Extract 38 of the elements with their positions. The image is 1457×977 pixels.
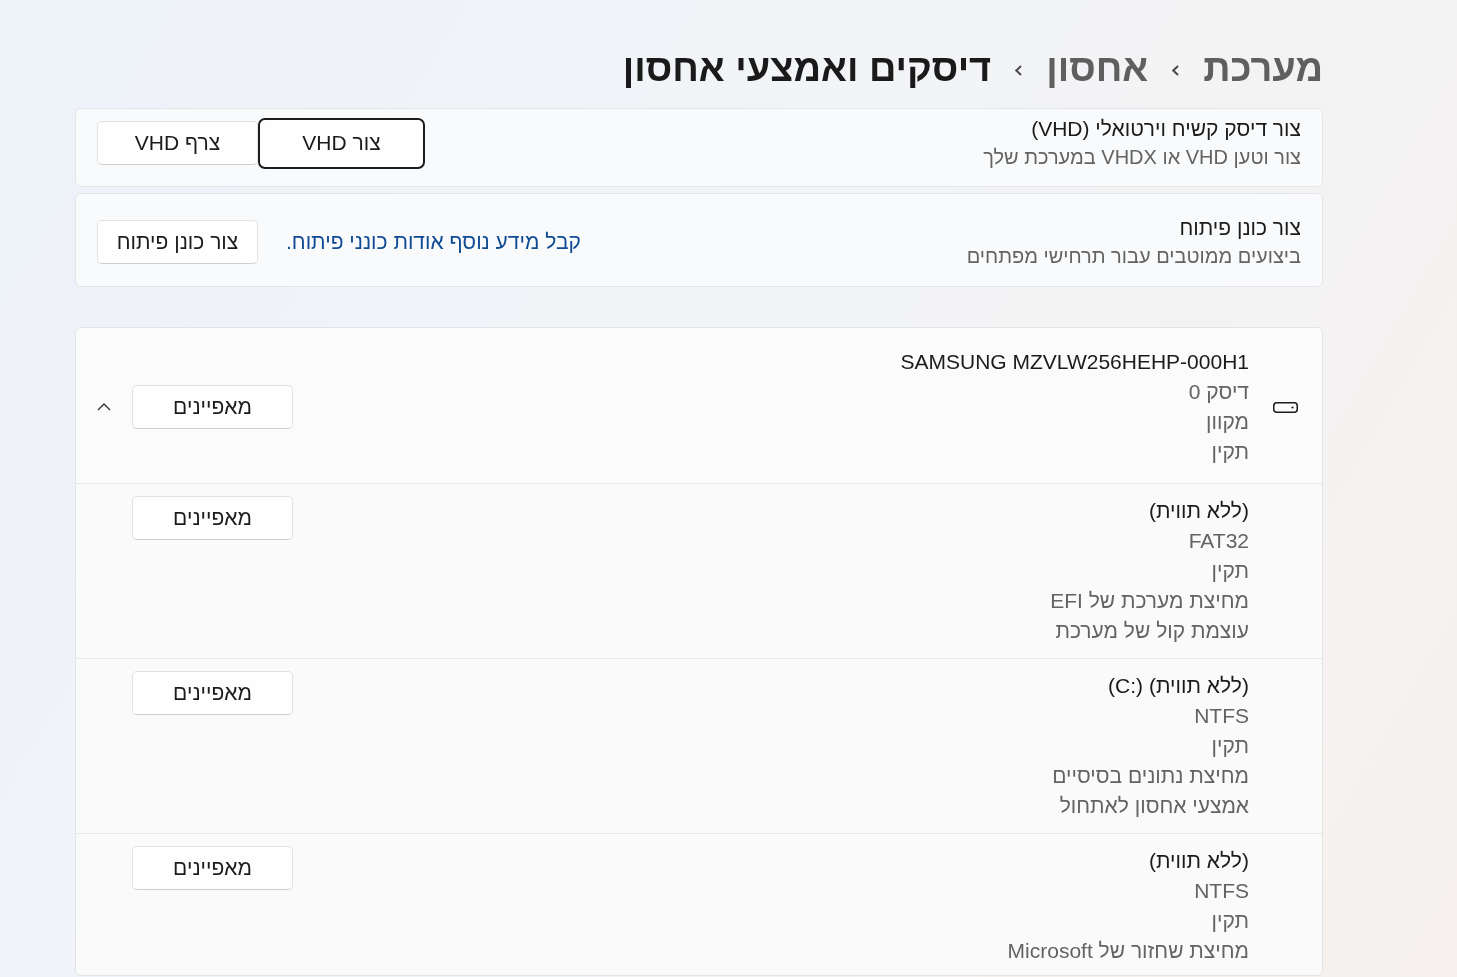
create-vhd-button[interactable]: צור VHD xyxy=(258,117,425,169)
partition-label: (ללא תווית) xyxy=(1148,848,1249,874)
chevron-up-icon[interactable] xyxy=(97,403,111,411)
partition-label: (ללא תווית) xyxy=(1148,498,1249,524)
partition-detail: תקין xyxy=(1211,558,1249,584)
drive-letter: (C:) xyxy=(1107,673,1143,699)
setting-title: צור כונן פיתוח xyxy=(1179,215,1301,241)
disk-detail: תקין xyxy=(1211,439,1249,465)
disk-name: SAMSUNG MZVLW256HEHP-000H1 xyxy=(900,349,1249,375)
properties-button[interactable]: מאפיינים xyxy=(132,385,293,429)
setting-title: צור דיסק קשיח וירטואלי (VHD) xyxy=(1031,116,1301,142)
partition-detail: NTFS xyxy=(1194,878,1249,904)
partition-detail: NTFS xyxy=(1194,703,1249,729)
partition-detail: תקין xyxy=(1211,908,1249,934)
setting-description: צור וטען VHD או VHDX במערכת שלך xyxy=(983,145,1301,170)
partition-detail: תקין xyxy=(1211,733,1249,759)
partition-detail: מחיצת שחזור של Microsoft xyxy=(1007,938,1249,964)
breadcrumb-link[interactable]: אחסון xyxy=(1046,43,1149,93)
breadcrumb-link[interactable]: מערכת xyxy=(1203,43,1323,93)
attach-vhd-button[interactable]: צרף VHD xyxy=(97,121,258,165)
properties-button[interactable]: מאפיינים xyxy=(132,846,293,890)
chevron-icon xyxy=(1172,64,1180,76)
properties-button[interactable]: מאפיינים xyxy=(132,671,293,715)
create-dev-drive-button[interactable]: צור כונן פיתוח xyxy=(97,220,258,264)
chevron-icon xyxy=(1015,64,1023,76)
disk-detail: דיסק 0 xyxy=(1188,379,1249,405)
disk-detail: מקוון xyxy=(1206,409,1249,435)
partition-detail: FAT32 xyxy=(1188,528,1249,554)
partition-detail: מחיצת נתונים בסיסיים xyxy=(1052,763,1249,789)
drive-icon xyxy=(1273,401,1298,413)
setting-description: ביצועים ממוטבים עבור תרחישי מפתחים xyxy=(966,244,1301,269)
partition-label: (ללא תווית) xyxy=(1148,673,1249,699)
partition-detail: עוצמת קול של מערכת xyxy=(1055,618,1249,644)
properties-button[interactable]: מאפיינים xyxy=(132,496,293,540)
page-title: דיסקים ואמצעי אחסון xyxy=(622,46,992,91)
learn-more-link[interactable]: קבל מידע נוסף אודות כונני פיתוח. xyxy=(286,230,581,254)
partition-detail: מחיצת מערכת של EFI xyxy=(1050,588,1249,614)
partition-detail: אמצעי אחסון לאתחול xyxy=(1059,793,1249,819)
